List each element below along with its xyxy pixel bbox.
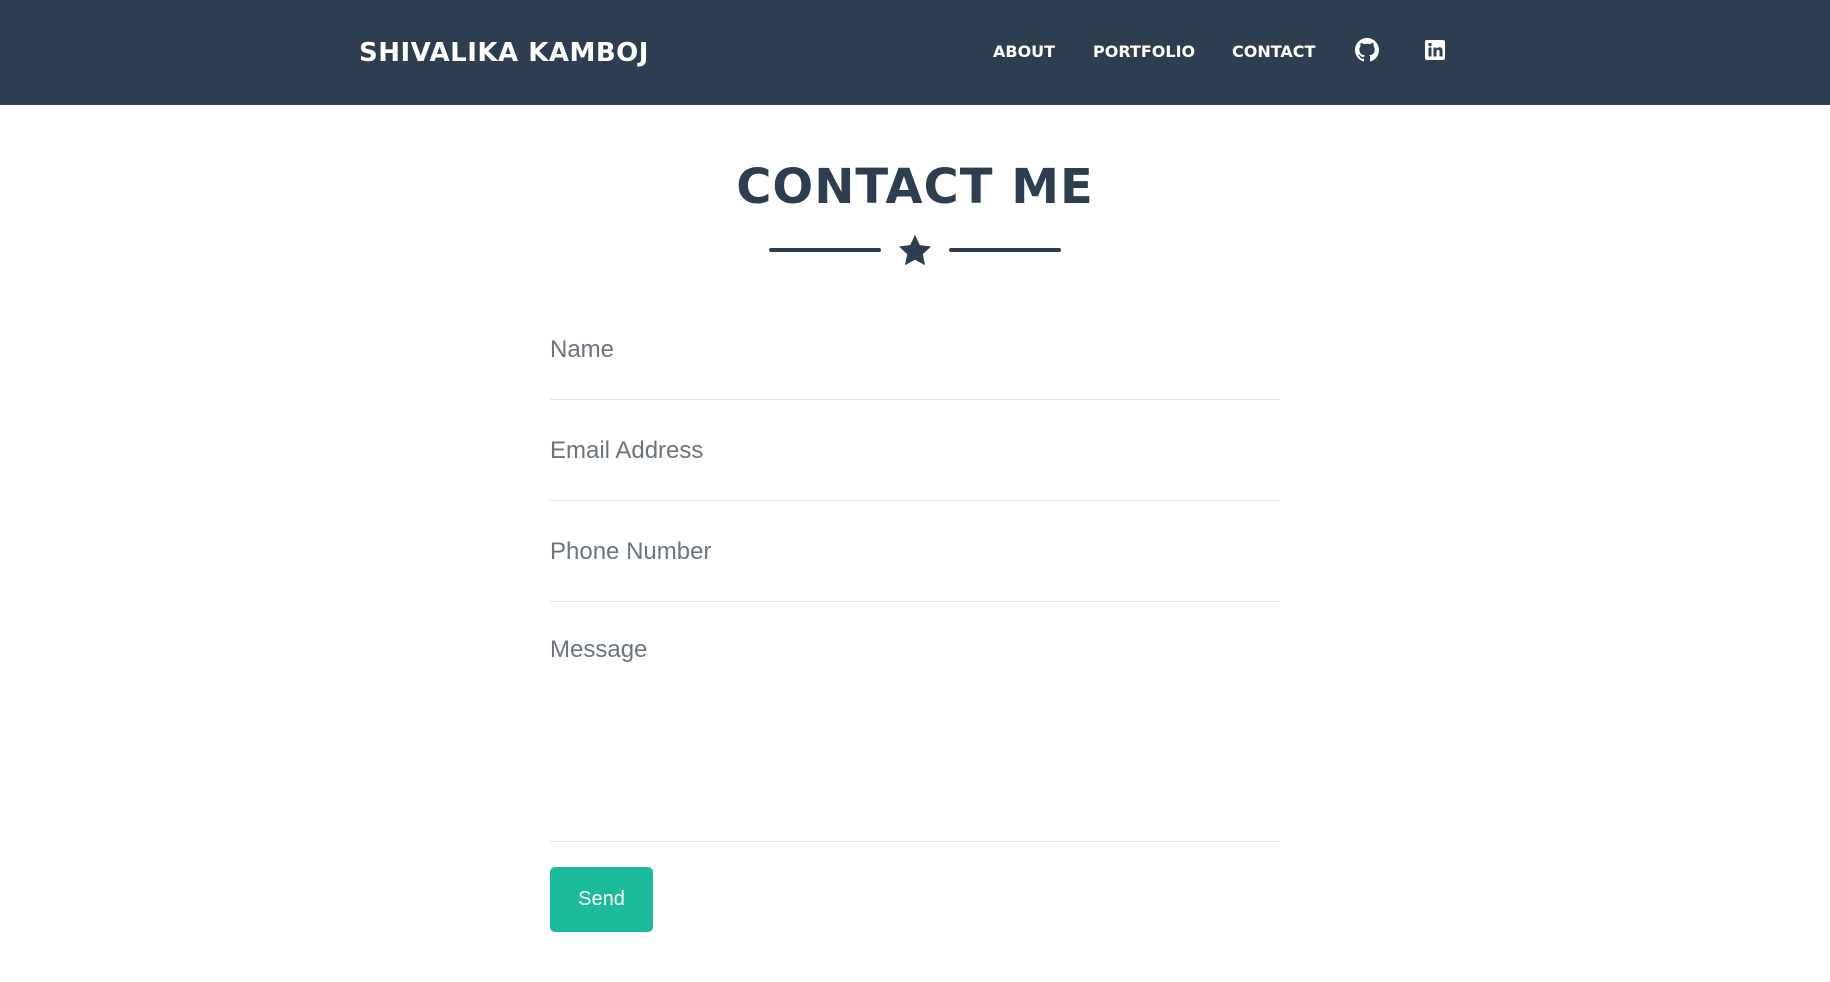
nav-link-portfolio[interactable]: PORTFOLIO — [1093, 41, 1195, 63]
nav-link-contact[interactable]: CONTACT — [1232, 41, 1315, 63]
navbar: SHIVALIKA KAMBOJ ABOUT PORTFOLIO CONTACT — [0, 0, 1830, 105]
message-textarea[interactable] — [550, 620, 1280, 820]
nav-link-about[interactable]: ABOUT — [993, 41, 1055, 63]
send-button[interactable]: Send — [550, 867, 653, 932]
star-icon — [898, 234, 932, 266]
brand-link[interactable]: SHIVALIKA KAMBOJ — [359, 36, 649, 70]
phone-input[interactable] — [550, 522, 1280, 582]
name-input[interactable] — [550, 320, 1280, 380]
email-field-group — [550, 421, 1280, 501]
divider-line-right — [949, 248, 1061, 252]
message-field-group — [550, 620, 1280, 842]
phone-field-group — [550, 522, 1280, 602]
email-input[interactable] — [550, 421, 1280, 481]
page-title: CONTACT ME — [736, 159, 1094, 215]
github-icon[interactable] — [1355, 38, 1379, 62]
name-field-group — [550, 320, 1280, 400]
divider-line-left — [769, 248, 881, 252]
linkedin-icon[interactable] — [1423, 38, 1447, 62]
